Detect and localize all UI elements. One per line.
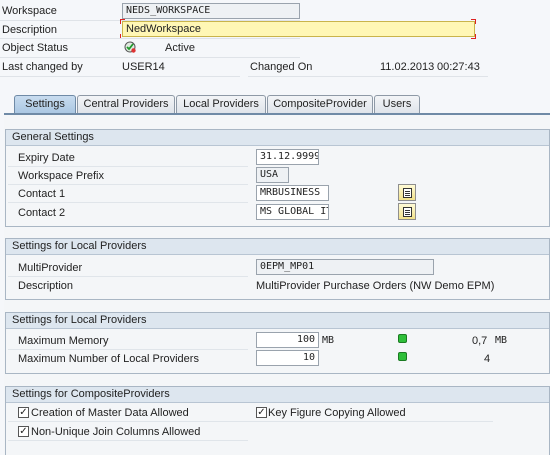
active-status-icon [123,40,137,54]
changed-on-time: 00:27:43 [437,61,480,73]
memory-status-icon [398,334,407,343]
multiprovider-field[interactable]: 0EPM_MP01 [256,259,434,275]
maximum-memory-unit: MB [322,335,335,346]
key-figure-copying-checkbox[interactable]: ✓ [256,407,267,418]
description-field[interactable]: NedWorkspace [122,21,475,37]
expiry-date-field[interactable]: 31.12.9999 [256,149,319,165]
workspace-prefix-label: Workspace Prefix [18,170,104,182]
contact-1-details-button[interactable] [398,184,416,201]
description-label: Description [2,24,58,36]
tab-settings[interactable]: Settings [14,95,76,114]
object-status-label: Object Status [2,42,69,54]
tab-local-providers[interactable]: Local Providers [176,95,266,113]
object-status-value: Active [165,42,195,54]
general-settings-header: General Settings [6,130,549,146]
workspace-label: Workspace [2,5,57,17]
multiprovider-description-label: Description [18,280,74,292]
contact-2-details-button[interactable] [398,203,416,220]
workspace-field[interactable]: NEDS_WORKSPACE [122,3,300,19]
document-icon [403,207,412,217]
non-unique-join-checkbox[interactable]: ✓ [18,426,29,437]
master-data-allowed-label: Creation of Master Data Allowed [31,407,189,419]
key-figure-copying-label: Key Figure Copying Allowed [268,407,406,419]
memory-used-unit: MB [495,335,508,346]
last-changed-by-value: USER14 [122,61,165,73]
local-providers-header-1: Settings for Local Providers [6,239,549,255]
changed-on-label: Changed On [250,61,313,73]
last-changed-by-label: Last changed by [2,61,83,73]
contact-1-field[interactable]: MRBUSINESS [256,185,329,201]
contact-1-label: Contact 1 [18,188,66,200]
contact-2-label: Contact 2 [18,207,66,219]
local-providers-header-2: Settings for Local Providers [6,313,549,329]
changed-on-date: 11.02.2013 [380,61,435,73]
required-marker-tl [120,19,125,24]
document-icon [403,188,412,198]
maximum-memory-label: Maximum Memory [18,335,109,347]
master-data-allowed-checkbox[interactable]: ✓ [18,407,29,418]
expiry-date-label: Expiry Date [18,152,75,164]
multiprovider-label: MultiProvider [18,262,83,274]
max-local-providers-field[interactable]: 10 [256,350,319,366]
workspace-prefix-field[interactable]: USA [256,167,289,183]
multiprovider-description-value: MultiProvider Purchase Orders (NW Demo E… [256,280,495,292]
required-marker-tr [471,19,476,24]
tab-users[interactable]: Users [374,95,420,113]
count-status-icon [398,352,407,361]
maximum-memory-field[interactable]: 100 [256,332,319,348]
required-marker-br [471,34,476,39]
local-providers-used-value: 4 [484,353,491,365]
compositeproviders-header: Settings for CompositeProviders [6,387,549,403]
tab-central-providers[interactable]: Central Providers [77,95,175,113]
contact-2-field[interactable]: MS GLOBAL IT [256,204,329,220]
non-unique-join-label: Non-Unique Join Columns Allowed [31,426,201,438]
max-local-providers-label: Maximum Number of Local Providers [18,353,199,365]
tab-compositeprovider[interactable]: CompositeProvider [267,95,373,113]
memory-used-value: 0,7 [472,335,488,347]
